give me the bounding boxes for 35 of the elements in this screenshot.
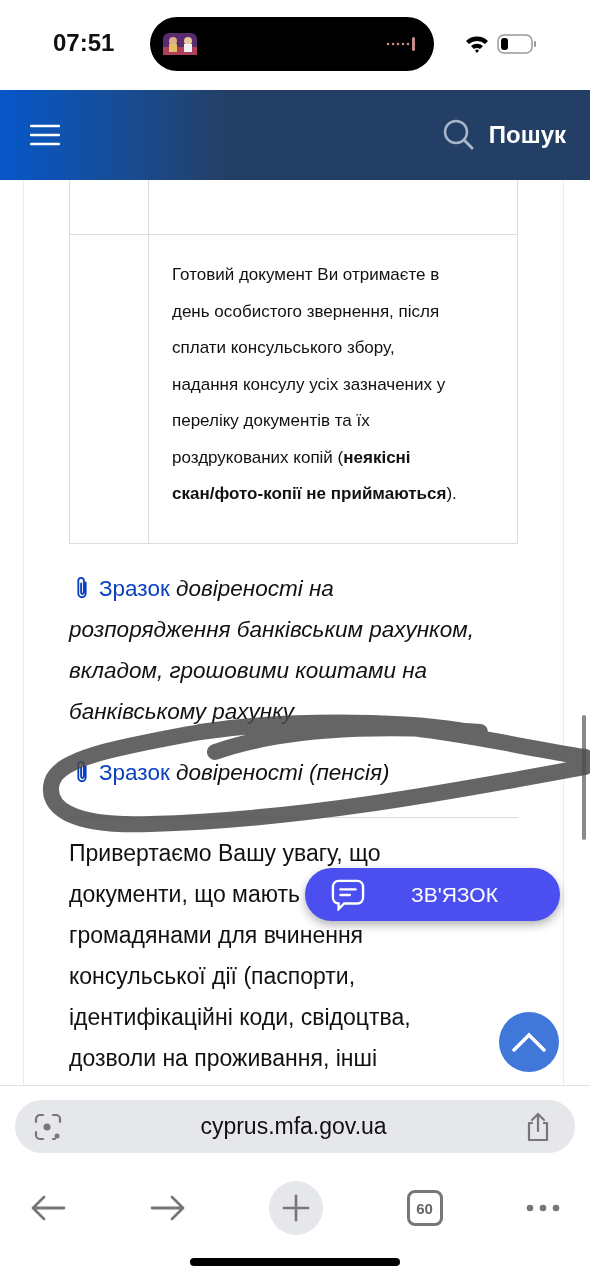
wifi-icon	[465, 35, 489, 53]
attachment-text: Зразок довіреності на	[99, 575, 334, 601]
paperclip-icon	[75, 575, 89, 600]
table-cell-text: Готовий документ Ви отримаєте в день особистого звернення, після сплати консульського збору, надання консулу усіх зазначених у переліку документів та їх роздрукованих копій (неякісні скан/фото-копії не приймаються).	[171, 264, 458, 505]
chat-icon	[331, 878, 365, 911]
sample-link[interactable]: Зразок	[99, 759, 170, 785]
camera-search-icon[interactable]	[34, 1112, 62, 1141]
search-button[interactable]: Пошук	[442, 119, 566, 151]
url-text: cyprus.mfa.gov.ua	[200, 1113, 387, 1140]
attachment-text: Зразок довіреності (пенсія)	[99, 759, 390, 785]
back-icon[interactable]	[30, 1194, 66, 1222]
notice-line: ідентифікаційні коди, свідоцтва,	[69, 1003, 411, 1030]
scrollbar[interactable]	[582, 715, 586, 840]
attachment-text: розпорядження банківським рахунком, вкладом, грошовими коштами на банківському рахунку	[69, 615, 475, 726]
menu-icon[interactable]	[30, 124, 60, 146]
new-tab-button[interactable]	[269, 1181, 323, 1235]
contact-button[interactable]: ЗВ'ЯЗОК	[305, 868, 560, 921]
address-bar[interactable]: cyprus.mfa.gov.ua	[15, 1100, 575, 1153]
scroll-top-button[interactable]	[499, 1012, 559, 1072]
notice-line: Привертаємо Вашу увагу, що	[69, 839, 381, 866]
search-icon	[442, 119, 475, 151]
plus-icon	[282, 1194, 310, 1222]
waveform-icon	[386, 37, 418, 51]
forward-icon[interactable]	[149, 1194, 186, 1222]
more-icon[interactable]	[526, 1204, 560, 1212]
notice-line: документи, що мають	[69, 880, 300, 907]
share-icon[interactable]	[525, 1111, 551, 1142]
status-time: 07:51	[53, 29, 115, 57]
notice-line: громадянами для вчинення	[69, 921, 364, 948]
tabs-button[interactable]: 60	[406, 1190, 443, 1226]
notice-line: дозволи на проживання, інші	[69, 1044, 378, 1071]
battery-icon	[497, 34, 537, 54]
notice-line: консульської дії (паспорти,	[69, 962, 356, 989]
chevron-up-icon	[512, 1032, 546, 1052]
sample-link[interactable]: Зразок	[99, 575, 170, 601]
